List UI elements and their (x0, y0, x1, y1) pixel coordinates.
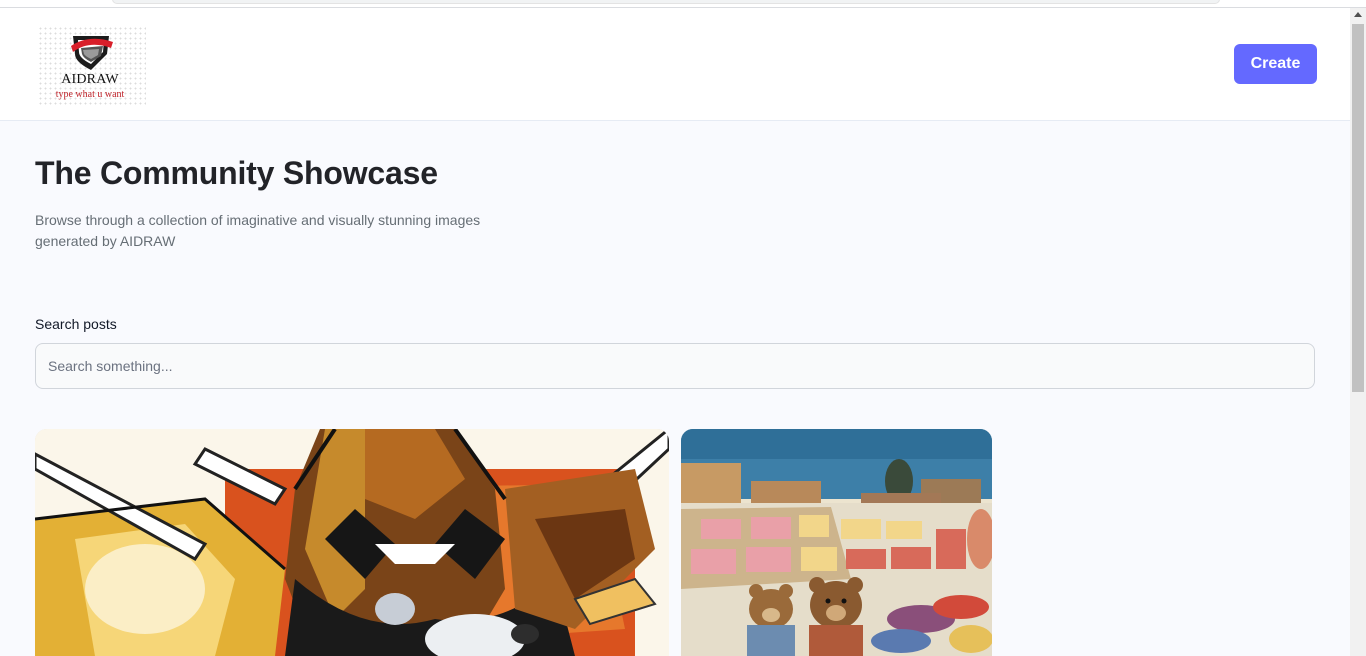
search-label: Search posts (35, 316, 117, 332)
robot-painting-image (35, 429, 669, 656)
teddy-market-painting-image (681, 429, 992, 656)
page-scrollbar-thumb[interactable] (1352, 24, 1364, 392)
create-button[interactable]: Create (1234, 44, 1317, 84)
shield-logo-icon (71, 36, 113, 70)
scroll-up-arrow-icon[interactable] (1354, 12, 1362, 17)
logo-tagline: type what u want (55, 89, 125, 100)
post-card-robot[interactable] (35, 429, 669, 656)
page-subtitle: Browse through a collection of imaginati… (35, 212, 481, 249)
search-input[interactable] (35, 343, 1315, 389)
logo-name: AIDRAW (61, 72, 119, 87)
post-card-teddy-market[interactable] (681, 429, 992, 656)
site-header: AIDRAW type what u want Create (0, 8, 1350, 121)
browser-address-bar[interactable] (112, 0, 1220, 4)
page-title: The Community Showcase (35, 155, 438, 191)
logo-link[interactable]: AIDRAW type what u want (38, 26, 146, 106)
